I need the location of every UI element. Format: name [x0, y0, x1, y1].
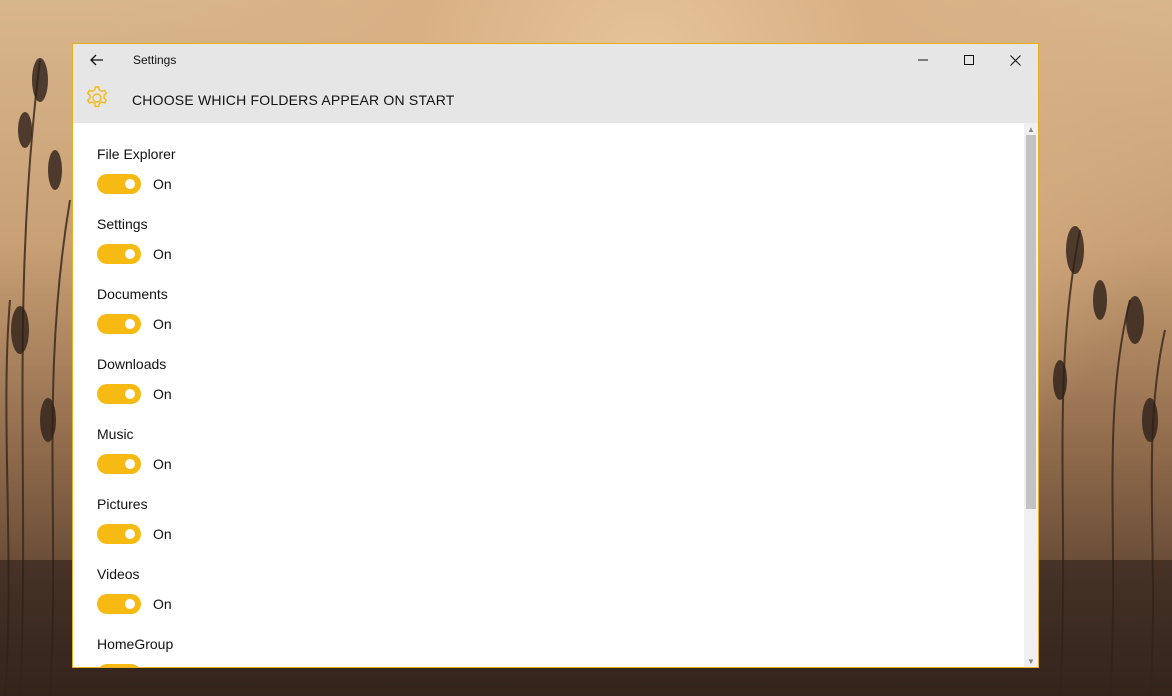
- music-toggle[interactable]: [97, 454, 141, 474]
- vertical-scrollbar[interactable]: ▲ ▼: [1024, 123, 1038, 667]
- close-button[interactable]: [992, 44, 1038, 76]
- folder-label: Music: [97, 426, 134, 442]
- scroll-down-icon[interactable]: ▼: [1024, 655, 1038, 667]
- back-arrow-icon: [90, 54, 103, 66]
- toggle-knob: [125, 599, 135, 609]
- folder-item-homegroup: HomeGroup On: [97, 634, 173, 667]
- gear-icon: [86, 86, 108, 108]
- toggle-state: On: [153, 386, 172, 402]
- toggle-state: On: [153, 666, 172, 667]
- toggle-state: On: [153, 176, 172, 192]
- folder-label: Settings: [97, 216, 148, 232]
- maximize-icon: [964, 55, 974, 65]
- toggle-knob: [125, 459, 135, 469]
- pictures-toggle[interactable]: [97, 524, 141, 544]
- folder-item-documents: Documents On: [97, 284, 172, 334]
- title-bar: Settings: [73, 44, 1038, 76]
- downloads-toggle[interactable]: [97, 384, 141, 404]
- page-header: CHOOSE WHICH FOLDERS APPEAR ON START: [73, 76, 1038, 123]
- minimize-icon: [918, 59, 928, 61]
- folder-item-file-explorer: File Explorer On: [97, 144, 176, 194]
- folder-label: Pictures: [97, 496, 148, 512]
- toggle-state: On: [153, 456, 172, 472]
- folder-list: File Explorer On Settings On Documents O…: [73, 123, 1024, 667]
- homegroup-toggle[interactable]: [97, 664, 141, 667]
- toggle-state: On: [153, 526, 172, 542]
- caption-buttons: [900, 44, 1038, 76]
- back-button[interactable]: [81, 44, 113, 76]
- toggle-knob: [125, 319, 135, 329]
- minimize-button[interactable]: [900, 44, 946, 76]
- folder-label: HomeGroup: [97, 636, 174, 652]
- file-explorer-toggle[interactable]: [97, 174, 141, 194]
- folder-label: Documents: [97, 286, 168, 302]
- folder-item-music: Music On: [97, 424, 172, 474]
- toggle-knob: [125, 389, 135, 399]
- close-icon: [1009, 54, 1021, 66]
- maximize-button[interactable]: [946, 44, 992, 76]
- folder-label: Downloads: [97, 356, 167, 372]
- documents-toggle[interactable]: [97, 314, 141, 334]
- toggle-knob: [125, 529, 135, 539]
- folder-item-videos: Videos On: [97, 564, 172, 614]
- scroll-up-icon[interactable]: ▲: [1024, 123, 1038, 135]
- toggle-state: On: [153, 316, 172, 332]
- videos-toggle[interactable]: [97, 594, 141, 614]
- folder-label: File Explorer: [97, 146, 176, 162]
- folder-item-settings: Settings On: [97, 214, 172, 264]
- toggle-state: On: [153, 596, 172, 612]
- page-title: CHOOSE WHICH FOLDERS APPEAR ON START: [132, 92, 455, 108]
- folder-label: Videos: [97, 566, 140, 582]
- toggle-knob: [125, 179, 135, 189]
- scrollbar-thumb[interactable]: [1026, 135, 1036, 509]
- toggle-state: On: [153, 246, 172, 262]
- window-title: Settings: [133, 53, 177, 67]
- toggle-knob: [125, 249, 135, 259]
- settings-window: Settings CHOOSE WHICH FOLDERS APPEAR ON …: [72, 43, 1039, 668]
- settings-toggle[interactable]: [97, 244, 141, 264]
- folder-item-downloads: Downloads On: [97, 354, 172, 404]
- folder-item-pictures: Pictures On: [97, 494, 172, 544]
